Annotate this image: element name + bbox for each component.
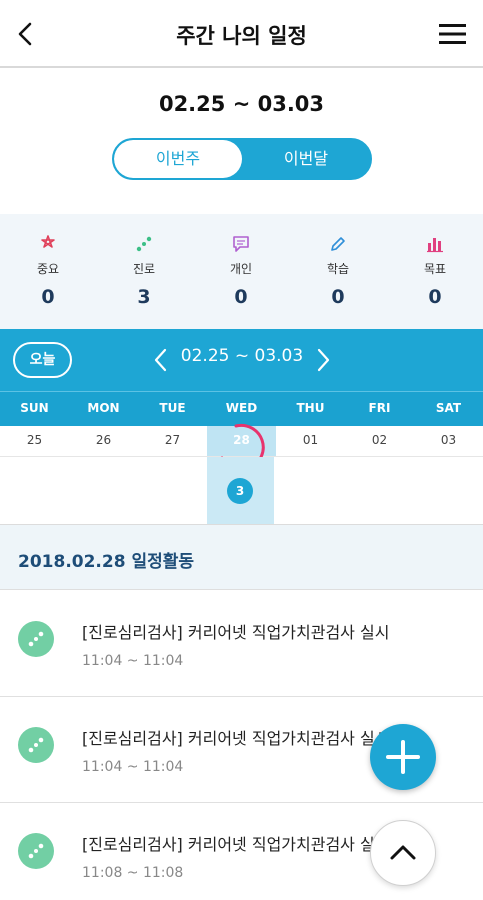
stat-count: 0 xyxy=(331,286,345,308)
activity-title: [진로심리검사] 커리어넷 직업가치관검사 실시 xyxy=(82,835,390,854)
stat-count: 3 xyxy=(137,286,151,308)
date-cell[interactable]: 27 xyxy=(138,426,207,456)
next-week-button[interactable] xyxy=(312,345,334,375)
weekday-thu: THU xyxy=(296,401,325,415)
plus-icon xyxy=(386,740,420,774)
stat-count: 0 xyxy=(41,286,55,308)
stat-count: 0 xyxy=(234,286,248,308)
period-toggle: 이번주 이번달 xyxy=(112,138,372,180)
date-cell[interactable]: 01 xyxy=(276,426,345,456)
chevron-right-icon xyxy=(317,348,330,372)
activity-item[interactable]: [진로심리검사] 커리어넷 직업가치관검사 실시 11:04 ~ 11:04 xyxy=(0,591,483,697)
activity-time: 11:08 ~ 11:08 xyxy=(82,865,184,881)
stat-label: 진로 xyxy=(132,262,156,276)
stat-career[interactable]: 진로 3 xyxy=(96,214,192,329)
weekday-sat: SAT xyxy=(435,401,462,415)
activity-header: 2018.02.28 일정활동 xyxy=(0,525,483,590)
stat-label: 학습 xyxy=(326,262,350,276)
category-stats: 중요 0 진로 3 개인 0 학습 0 목표 0 xyxy=(0,214,483,329)
activity-title: [진로심리검사] 커리어넷 직업가치관검사 실시 xyxy=(82,729,390,748)
calendar-range: 02.25 ~ 03.03 xyxy=(180,346,304,366)
date-cell[interactable]: 03 xyxy=(414,426,483,456)
weekday-sun: SUN xyxy=(20,401,49,415)
this-week-tab[interactable]: 이번주 xyxy=(114,140,242,178)
hamburger-menu-icon xyxy=(439,24,466,44)
career-dot-icon xyxy=(18,833,54,869)
weekday-mon: MON xyxy=(87,401,120,415)
activity-time: 11:04 ~ 11:04 xyxy=(82,653,184,669)
stat-count: 0 xyxy=(428,286,442,308)
weekday-tue: TUE xyxy=(159,401,186,415)
career-dot-icon xyxy=(18,727,54,763)
chevron-up-icon xyxy=(390,845,416,860)
prev-week-button[interactable] xyxy=(150,345,172,375)
calendar-nav-bar: 오늘 02.25 ~ 03.03 xyxy=(0,329,483,391)
career-dot-icon xyxy=(18,621,54,657)
activity-title: [진로심리검사] 커리어넷 직업가치관검사 실시 xyxy=(82,623,390,642)
path-dots-icon xyxy=(136,236,152,252)
week-range-title: 02.25 ~ 03.03 xyxy=(158,92,325,116)
page-title: 주간 나의 일정 xyxy=(176,24,307,48)
stat-label: 중요 xyxy=(36,262,60,276)
date-cell[interactable]: 26 xyxy=(69,426,138,456)
event-count-badge: 3 xyxy=(227,478,253,504)
date-cell[interactable]: 25 xyxy=(0,426,69,456)
scroll-top-button[interactable] xyxy=(370,820,436,886)
bar-chart-icon xyxy=(427,238,443,253)
pencil-icon xyxy=(331,237,345,251)
date-cell[interactable]: 02 xyxy=(345,426,414,456)
stat-label: 개인 xyxy=(229,262,253,276)
stat-important[interactable]: 중요 0 xyxy=(0,214,96,329)
weekday-fri: FRI xyxy=(368,401,391,415)
chevron-left-icon xyxy=(154,348,167,372)
this-month-tab[interactable]: 이번달 xyxy=(242,140,370,178)
activity-time: 11:04 ~ 11:04 xyxy=(82,759,184,775)
menu-button[interactable] xyxy=(436,20,470,48)
speech-bubble-icon xyxy=(233,236,249,252)
add-schedule-button[interactable] xyxy=(370,724,436,790)
stat-study[interactable]: 학습 0 xyxy=(290,214,386,329)
app-header: 주간 나의 일정 xyxy=(0,0,483,68)
stat-label: 목표 xyxy=(423,262,447,276)
activity-date-title: 2018.02.28 일정활동 xyxy=(18,552,195,572)
star-icon xyxy=(41,235,55,248)
stat-goal[interactable]: 목표 0 xyxy=(387,214,483,329)
stat-personal[interactable]: 개인 0 xyxy=(193,214,289,329)
today-button[interactable]: 오늘 xyxy=(13,342,72,378)
